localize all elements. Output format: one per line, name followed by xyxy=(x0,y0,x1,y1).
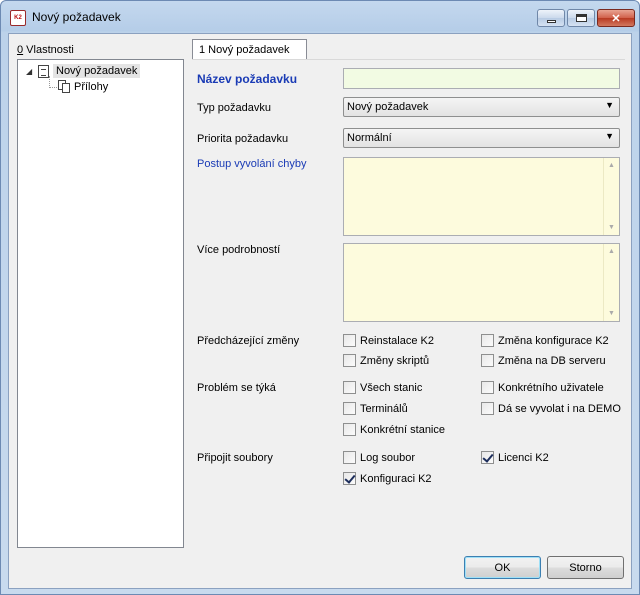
dialog-client-area: 0 Vlastnosti ◢ Nový požadavek Přílohy 1 … xyxy=(8,33,632,589)
problem-scope-label: Problém se týká xyxy=(197,382,276,394)
checkbox-box[interactable] xyxy=(481,354,494,367)
checkbox-label: Konkrétní stanice xyxy=(360,423,445,436)
request-name-label: Název požadavku xyxy=(197,72,298,86)
details-textarea[interactable]: ▲ ▼ xyxy=(343,243,620,322)
properties-tree[interactable]: ◢ Nový požadavek Přílohy xyxy=(17,59,184,548)
checkbox-box[interactable] xyxy=(343,451,356,464)
tree-node-new-request[interactable]: ◢ Nový požadavek xyxy=(26,64,141,78)
priority-select[interactable]: Normální ▼ xyxy=(343,128,620,148)
checkbox-box[interactable] xyxy=(481,381,494,394)
checkbox-box[interactable] xyxy=(343,423,356,436)
checkbox-box[interactable] xyxy=(481,451,494,464)
db-change-checkbox[interactable]: Změna na DB serveru xyxy=(481,354,606,367)
attach-files-label: Připojit soubory xyxy=(197,452,273,464)
title-bar[interactable]: K2 Nový požadavek ✕ xyxy=(1,1,639,33)
reinstall-checkbox[interactable]: Reinstalace K2 xyxy=(343,334,434,347)
log-file-checkbox[interactable]: Log soubor xyxy=(343,451,415,464)
license-checkbox[interactable]: Licenci K2 xyxy=(481,451,549,464)
maximize-icon xyxy=(575,14,587,22)
checkbox-label: Konkrétního uživatele xyxy=(498,381,604,394)
dropdown-arrow-icon: ▼ xyxy=(605,131,614,141)
request-type-value: Nový požadavek xyxy=(347,101,429,113)
demo-checkbox[interactable]: Dá se vyvolat i na DEMO xyxy=(481,402,621,415)
checkbox-box[interactable] xyxy=(343,354,356,367)
config-k2-checkbox[interactable]: Konfiguraci K2 xyxy=(343,472,432,485)
checkbox-box[interactable] xyxy=(343,472,356,485)
steps-scrollbar[interactable]: ▲ ▼ xyxy=(603,158,619,235)
specific-station-checkbox[interactable]: Konkrétní stanice xyxy=(343,423,445,436)
scroll-down-icon[interactable]: ▼ xyxy=(608,310,615,317)
cancel-button[interactable]: Storno xyxy=(547,556,624,579)
checkbox-label: Změna konfigurace K2 xyxy=(498,334,609,347)
priority-label: Priorita požadavku xyxy=(197,133,289,145)
close-icon: ✕ xyxy=(611,12,621,25)
checkbox-label: Licenci K2 xyxy=(498,451,549,464)
dropdown-arrow-icon: ▼ xyxy=(605,100,614,110)
checkbox-label: Dá se vyvolat i na DEMO xyxy=(498,402,621,415)
collapse-triangle-icon[interactable]: ◢ xyxy=(26,67,36,76)
terminals-checkbox[interactable]: Terminálů xyxy=(343,402,408,415)
checkbox-label: Reinstalace K2 xyxy=(360,334,434,347)
checkbox-label: Terminálů xyxy=(360,402,408,415)
checkbox-box[interactable] xyxy=(343,402,356,415)
details-scrollbar[interactable]: ▲ ▼ xyxy=(603,244,619,321)
all-stations-checkbox[interactable]: Všech stanic xyxy=(343,381,422,394)
config-change-checkbox[interactable]: Změna konfigurace K2 xyxy=(481,334,609,347)
tree-label-text: Vlastnosti xyxy=(23,44,74,56)
steps-textarea[interactable]: ▲ ▼ xyxy=(343,157,620,236)
tree-node-attachments[interactable]: Přílohy xyxy=(58,80,108,93)
request-name-input[interactable] xyxy=(343,68,620,89)
ok-button[interactable]: OK xyxy=(464,556,541,579)
minimize-icon xyxy=(546,19,556,23)
steps-label: Postup vyvolání chyby xyxy=(197,158,307,170)
details-label: Více podrobností xyxy=(197,244,281,256)
checkbox-label: Změna na DB serveru xyxy=(498,354,606,367)
window-title: Nový požadavek xyxy=(32,10,121,24)
checkbox-label: Všech stanic xyxy=(360,381,423,394)
checkbox-label: Změny skriptů xyxy=(360,354,430,367)
maximize-button[interactable] xyxy=(567,9,595,27)
dialog-window: K2 Nový požadavek ✕ 0 Vlastnosti ◢ Nový … xyxy=(0,0,640,595)
documents-icon xyxy=(58,80,70,93)
tree-node-label: Přílohy xyxy=(74,80,109,93)
scroll-down-icon[interactable]: ▼ xyxy=(608,224,615,231)
specific-user-checkbox[interactable]: Konkrétního uživatele xyxy=(481,381,604,394)
document-icon xyxy=(38,64,49,78)
request-type-label: Typ požadavku xyxy=(197,102,271,114)
close-button[interactable]: ✕ xyxy=(597,9,635,27)
tab-new-request[interactable]: 1 Nový požadavek xyxy=(192,39,307,60)
k2-app-icon: K2 xyxy=(10,10,26,26)
checkbox-box[interactable] xyxy=(481,402,494,415)
priority-value: Normální xyxy=(347,132,392,144)
request-type-select[interactable]: Nový požadavek ▼ xyxy=(343,97,620,117)
checkbox-label: Log soubor xyxy=(360,451,416,464)
scroll-up-icon[interactable]: ▲ xyxy=(608,248,615,255)
minimize-button[interactable] xyxy=(537,9,565,27)
scroll-up-icon[interactable]: ▲ xyxy=(608,162,615,169)
checkbox-box[interactable] xyxy=(343,334,356,347)
tab-divider xyxy=(192,59,625,60)
tree-connector-horizontal xyxy=(49,87,57,88)
tree-node-label: Nový požadavek xyxy=(53,64,141,78)
scripts-checkbox[interactable]: Změny skriptů xyxy=(343,354,429,367)
checkbox-box[interactable] xyxy=(343,381,356,394)
checkbox-label: Konfiguraci K2 xyxy=(360,472,432,485)
checkbox-box[interactable] xyxy=(481,334,494,347)
tree-panel-label: 0 Vlastnosti xyxy=(17,44,74,56)
previous-changes-label: Předcházející změny xyxy=(197,335,300,347)
